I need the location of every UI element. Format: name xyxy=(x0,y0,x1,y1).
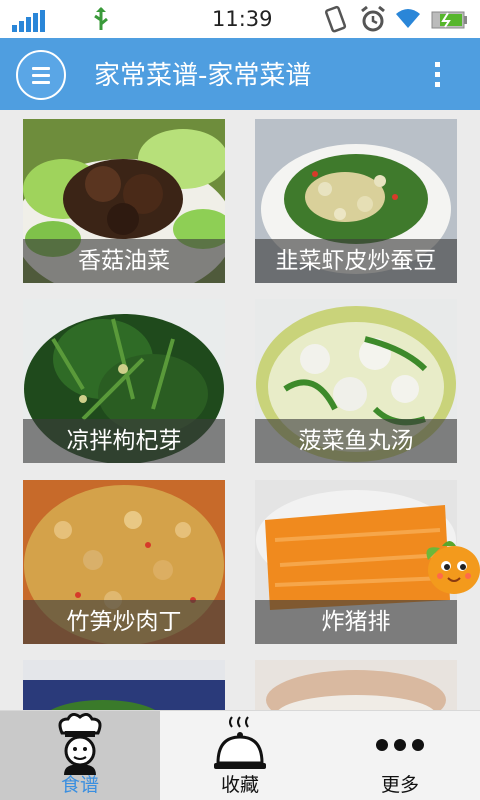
signal-icon xyxy=(12,10,45,32)
orange-mascot-icon[interactable] xyxy=(420,534,480,598)
usb-icon xyxy=(94,7,108,30)
recipe-card[interactable] xyxy=(255,660,457,710)
recipe-card[interactable]: 竹笋炒肉丁 xyxy=(23,480,225,644)
menu-button[interactable] xyxy=(16,50,66,100)
recipe-card[interactable]: 韭菜虾皮炒蚕豆 xyxy=(255,119,457,283)
recipe-title: 韭菜虾皮炒蚕豆 xyxy=(255,239,457,283)
overflow-menu-button[interactable] xyxy=(426,60,450,90)
recipe-card[interactable]: 凉拌枸杞芽 xyxy=(23,299,225,463)
tab-more[interactable]: 更多 xyxy=(320,711,480,800)
recipe-image xyxy=(23,660,225,710)
alarm-icon xyxy=(361,5,385,32)
recipe-card[interactable]: 香菇油菜 xyxy=(23,119,225,283)
tab-label: 收藏 xyxy=(220,774,259,796)
vibrate-icon xyxy=(324,5,347,33)
tab-label: 更多 xyxy=(380,774,419,796)
battery-icon xyxy=(431,11,467,29)
status-bar: 11:39 xyxy=(0,0,480,38)
page-title: 家常菜谱-家常菜谱 xyxy=(94,61,312,91)
wifi-icon xyxy=(396,9,420,28)
chef-icon xyxy=(58,713,102,775)
app-header: 家常菜谱-家常菜谱 xyxy=(0,38,480,110)
recipe-title: 竹笋炒肉丁 xyxy=(23,600,225,644)
recipe-card[interactable] xyxy=(23,660,225,710)
recipe-title: 炸猪排 xyxy=(255,600,457,644)
recipe-image xyxy=(255,660,457,710)
recipe-title: 香菇油菜 xyxy=(23,239,225,283)
recipe-title: 菠菜鱼丸汤 xyxy=(255,419,457,463)
more-dots-icon xyxy=(376,739,424,751)
clock: 11:39 xyxy=(212,7,273,31)
tab-favorites[interactable]: 收藏 xyxy=(160,711,320,800)
recipe-card[interactable]: 菠菜鱼丸汤 xyxy=(255,299,457,463)
cloche-icon xyxy=(214,716,266,769)
tab-recipes[interactable]: 食谱 xyxy=(0,711,160,800)
recipe-grid: 香菇油菜 韭菜虾皮炒蚕豆 凉拌枸杞芽 菠菜鱼丸汤 竹笋炒肉丁 炸猪排 xyxy=(0,110,480,710)
tab-label: 食谱 xyxy=(60,774,99,796)
bottom-navigation: 食谱 收藏 更多 xyxy=(0,710,480,800)
recipe-title: 凉拌枸杞芽 xyxy=(23,419,225,463)
